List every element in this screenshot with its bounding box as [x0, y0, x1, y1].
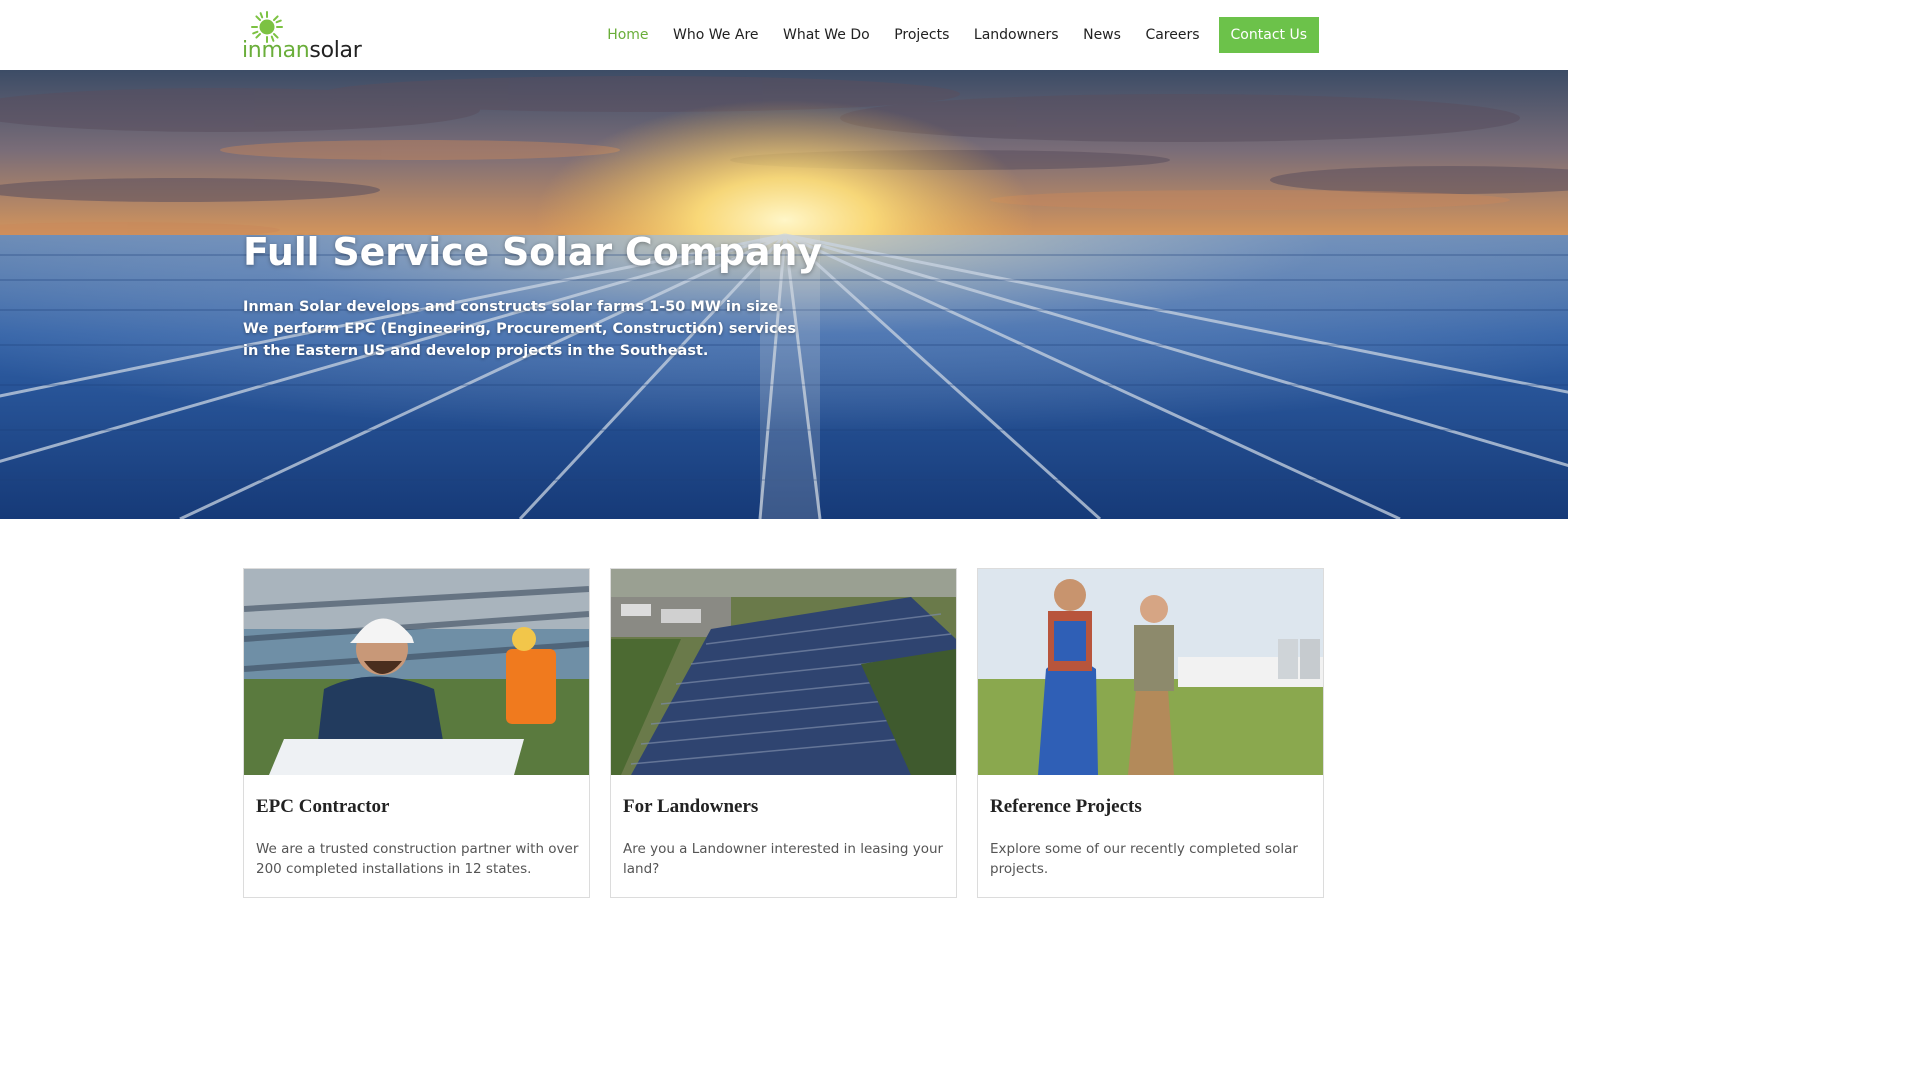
- nav-news[interactable]: News: [1083, 27, 1121, 43]
- hero-subtitle: Inman Solar develops and constructs sola…: [243, 299, 797, 359]
- logo-wordmark: inmansolar: [242, 38, 362, 63]
- card-description: Explore some of our recently completed s…: [990, 841, 1298, 877]
- card-image-solar-farm-graphic: [611, 569, 956, 775]
- site-header: inmansolar Home Who We Are What We Do Pr…: [0, 0, 1568, 70]
- card-epc-contractor[interactable]: EPC Contractor We are a trusted construc…: [243, 568, 590, 898]
- nav-who-we-are[interactable]: Who We Are: [673, 27, 758, 43]
- card-image-solar-farm[interactable]: [611, 569, 956, 775]
- card-for-landowners[interactable]: For Landowners Are you a Landowner inter…: [610, 568, 957, 898]
- hero-image: [0, 70, 1568, 519]
- contact-us-button[interactable]: Contact Us: [1218, 17, 1319, 53]
- card-image-field-walk[interactable]: [978, 569, 1323, 775]
- nav-home[interactable]: Home: [607, 27, 648, 43]
- card-description: Are you a Landowner interested in leasin…: [623, 841, 944, 877]
- main-nav: Home Who We Are What We Do Projects Land…: [583, 0, 1319, 70]
- card-title[interactable]: EPC Contractor: [256, 796, 390, 818]
- card-image-workers[interactable]: [244, 569, 589, 775]
- nav-landowners[interactable]: Landowners: [974, 27, 1059, 43]
- logo-text-inman: inman: [242, 38, 310, 63]
- hero-banner: Full Service Solar Company Inman Solar d…: [0, 70, 1568, 519]
- card-reference-projects[interactable]: Reference Projects Explore some of our r…: [977, 568, 1324, 898]
- feature-cards: EPC Contractor We are a trusted construc…: [243, 568, 1325, 898]
- card-title[interactable]: For Landowners: [623, 796, 758, 818]
- nav-careers[interactable]: Careers: [1145, 27, 1199, 43]
- hero-title: Full Service Solar Company: [243, 230, 822, 274]
- nav-what-we-do[interactable]: What We Do: [783, 27, 870, 43]
- card-image-field-walk-graphic: [978, 569, 1323, 775]
- card-title[interactable]: Reference Projects: [990, 796, 1142, 818]
- logo-text-solar: solar: [309, 38, 362, 63]
- card-image-workers-graphic: [244, 569, 589, 775]
- nav-projects[interactable]: Projects: [894, 27, 949, 43]
- card-description: We are a trusted construction partner wi…: [256, 841, 579, 877]
- logo[interactable]: inmansolar: [242, 10, 362, 64]
